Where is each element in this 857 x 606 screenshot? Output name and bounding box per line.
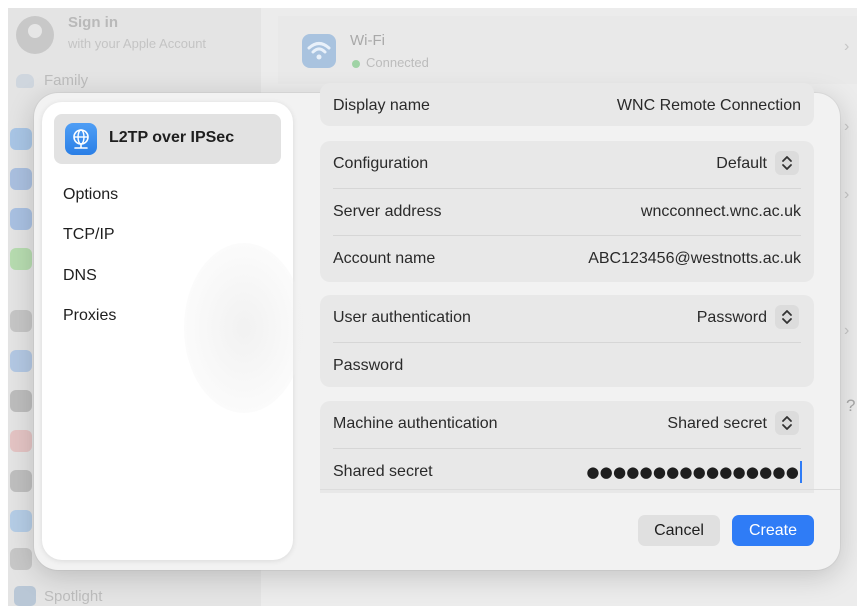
vpn-globe-icon	[65, 123, 97, 155]
password-row: Password	[333, 342, 801, 390]
password-label: Password	[333, 357, 404, 374]
avatar-icon	[16, 16, 54, 54]
machine-auth-group: Machine authentication Shared secret Sha…	[320, 401, 814, 493]
wifi-title: Wi-Fi	[350, 32, 385, 49]
wifi-status: Connected	[366, 55, 429, 70]
display-name-label: Display name	[333, 97, 430, 114]
display-name-group: Display name WNC Remote Connection	[320, 83, 814, 126]
chevron-right-icon: ›	[844, 38, 850, 55]
chevron-right-icon: ›	[844, 322, 850, 339]
chevron-right-icon: ›	[844, 118, 850, 135]
background-glow	[184, 243, 304, 413]
chevron-right-icon: ›	[844, 186, 850, 203]
family-icon	[16, 74, 34, 88]
chevron-up-down-icon[interactable]	[775, 151, 799, 175]
machine-authentication-row: Machine authentication Shared secret	[333, 401, 801, 448]
account-name-field[interactable]: ABC123456@westnotts.ac.uk	[588, 250, 801, 268]
wifi-icon	[302, 34, 336, 68]
cancel-button[interactable]: Cancel	[638, 515, 720, 546]
user-authentication-label: User authentication	[333, 309, 471, 326]
wifi-row: Wi-Fi Connected	[278, 16, 857, 84]
display-name-row: Display name WNC Remote Connection	[333, 83, 801, 130]
server-address-field[interactable]: wncconnect.wnc.ac.uk	[641, 203, 801, 221]
desktop-sidebar-icon	[10, 470, 32, 492]
wifi-sidebar-icon	[10, 128, 32, 150]
user-auth-group: User authentication Password Password	[320, 295, 814, 387]
user-authentication-popup[interactable]: Password	[697, 309, 767, 327]
general-sidebar-icon	[10, 310, 32, 332]
network-sidebar-icon	[10, 208, 32, 230]
connected-status-dot	[352, 60, 360, 68]
text-cursor	[800, 461, 802, 483]
battery-sidebar-icon	[10, 248, 32, 270]
server-address-row: Server address wncconnect.wnc.ac.uk	[333, 188, 801, 236]
user-authentication-row: User authentication Password	[333, 295, 801, 342]
configuration-label: Configuration	[333, 155, 429, 172]
configuration-popup[interactable]: Default	[716, 155, 767, 173]
sidebar-item-family: Family	[44, 72, 89, 89]
sidebar-item-label: L2TP over IPSec	[109, 129, 235, 146]
account-name-label: Account name	[333, 250, 436, 267]
shared-secret-label: Shared secret	[333, 463, 433, 480]
configuration-row: Configuration Default	[333, 141, 801, 188]
control-center-sidebar-icon	[10, 430, 32, 452]
sidebar-item-l2tp-over-ipsec[interactable]: L2TP over IPSec	[54, 114, 281, 164]
display-sidebar-icon	[10, 510, 32, 532]
machine-authentication-popup[interactable]: Shared secret	[667, 415, 767, 433]
shared-secret-field[interactable]: ●●●●●●●●●●●●●●●●	[586, 463, 799, 481]
sidebar-item-options[interactable]: Options	[63, 186, 118, 204]
screen-saver-sidebar-icon	[10, 548, 32, 570]
display-name-field[interactable]: WNC Remote Connection	[617, 97, 801, 115]
account-name-row: Account name ABC123456@westnotts.ac.uk	[333, 235, 801, 283]
vpn-settings-form: Display name WNC Remote Connection Confi…	[320, 83, 840, 570]
sidebar-item-spotlight: Spotlight	[44, 588, 103, 605]
chevron-up-down-icon[interactable]	[775, 305, 799, 329]
appearance-sidebar-icon	[10, 390, 32, 412]
machine-authentication-label: Machine authentication	[333, 415, 498, 432]
bluetooth-sidebar-icon	[10, 168, 32, 190]
signin-title: Sign in	[68, 14, 118, 31]
connection-group: Configuration Default Server address wnc…	[320, 141, 814, 282]
accessibility-sidebar-icon	[10, 350, 32, 372]
help-icon: ?	[846, 396, 856, 415]
chevron-up-down-icon[interactable]	[775, 411, 799, 435]
vpn-configuration-sheet: L2TP over IPSec Options TCP/IP DNS Proxi…	[34, 83, 840, 570]
sidebar-item-proxies[interactable]: Proxies	[63, 307, 116, 325]
signin-subtitle: with your Apple Account	[68, 36, 207, 51]
sidebar-item-tcp-ip[interactable]: TCP/IP	[63, 226, 115, 244]
footer-divider	[320, 489, 840, 490]
server-address-label: Server address	[333, 203, 442, 220]
sidebar-item-dns[interactable]: DNS	[63, 267, 97, 285]
create-button[interactable]: Create	[732, 515, 814, 546]
spotlight-icon	[14, 586, 36, 606]
